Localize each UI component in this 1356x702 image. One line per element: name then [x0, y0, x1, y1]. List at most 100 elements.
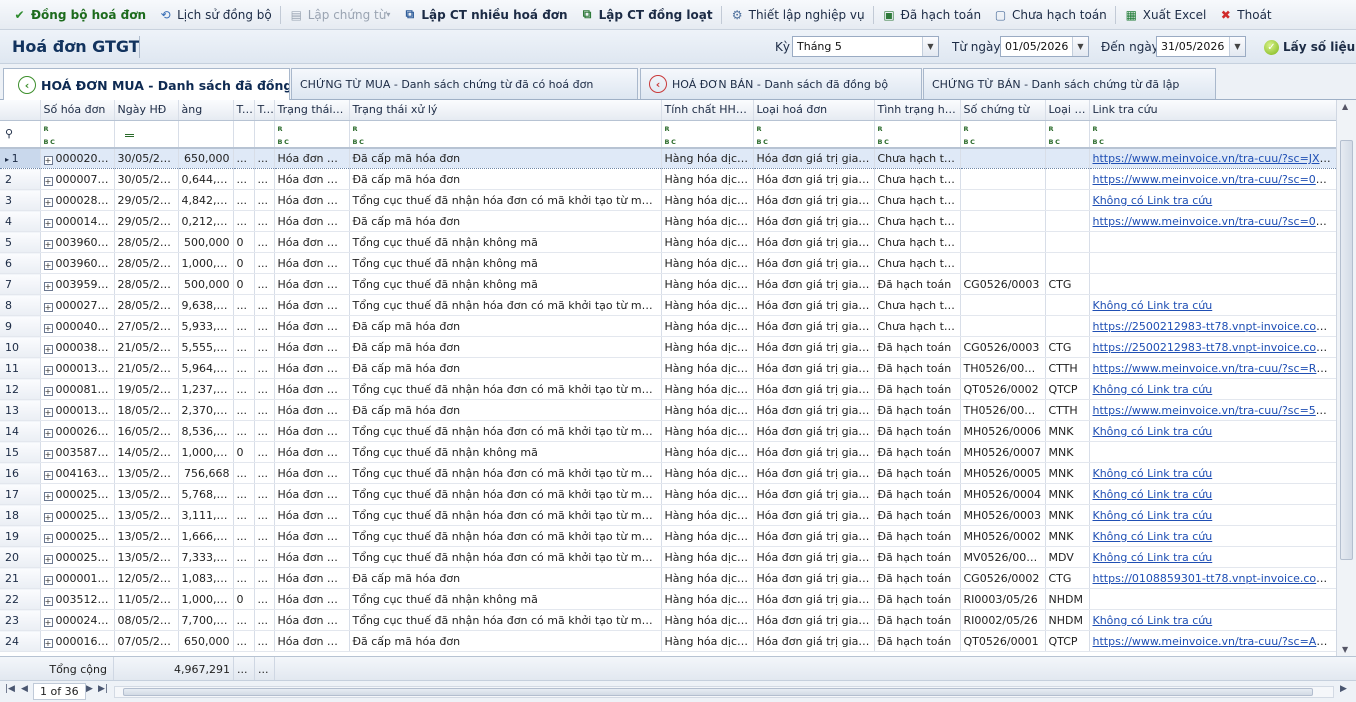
column-header-4[interactable]: T...: [233, 100, 255, 121]
filter-text-icon[interactable]: RB C: [661, 120, 754, 149]
column-header-13[interactable]: Link tra cứu: [1089, 100, 1336, 121]
lookup-link-cell[interactable]: Không có Link tra cứu: [1089, 189, 1336, 211]
expand-icon[interactable]: +: [43, 428, 53, 438]
column-header-1[interactable]: Số hóa đơn: [40, 100, 115, 121]
filter-text-icon[interactable]: RB C: [1089, 120, 1336, 149]
expand-icon[interactable]: +: [43, 575, 53, 585]
table-row[interactable]: 5 +00396026 28/05/2026 500,000 0... Hóa đơn m…: [0, 231, 1336, 253]
expand-icon[interactable]: +: [43, 155, 53, 165]
expand-icon[interactable]: +: [43, 197, 53, 207]
scroll-up-icon[interactable]: ▲: [1342, 102, 1348, 111]
table-row[interactable]: 13 +00001310 18/05/2026 2,370,370...... Hóa …: [0, 399, 1336, 421]
lookup-link[interactable]: https://www.meinvoice.vn/tra-cuu/?sc=0XF…: [1093, 215, 1336, 228]
vertical-scrollbar[interactable]: ▲ ▼: [1336, 100, 1356, 656]
column-header-12[interactable]: Loại CT: [1045, 100, 1090, 121]
scroll-right-icon[interactable]: ▶: [1340, 684, 1347, 694]
table-row[interactable]: 18 +00002556 13/05/2026 3,111,120...... Hóa …: [0, 504, 1336, 526]
horizontal-scrollbar[interactable]: [114, 686, 1334, 698]
toolbar-button-3[interactable]: ⧉ Lập CT nhiều hoá đơn: [396, 3, 573, 27]
table-row[interactable]: 21 +00000183 12/05/2026 1,083,333...... Hóa …: [0, 567, 1336, 589]
toolbar-button-5[interactable]: ⚙ Thiết lập nghiệp vụ: [724, 3, 871, 27]
table-row[interactable]: 23 +00002475 08/05/2026 7,700,900...... Hóa …: [0, 609, 1336, 631]
prev-page-icon[interactable]: ◀: [21, 684, 28, 694]
table-row[interactable]: 2 +00000716 30/05/2026 0,644,445...... Hóa đ…: [0, 168, 1336, 190]
expand-icon[interactable]: +: [43, 239, 53, 249]
lookup-link[interactable]: Không có Link tra cứu: [1093, 383, 1213, 396]
expand-icon[interactable]: +: [43, 260, 53, 270]
toolbar-button-2[interactable]: ▤ Lập chứng từ ▾: [283, 3, 397, 27]
toolbar-button-0[interactable]: ✔ Đồng bộ hoá đơn: [6, 3, 152, 27]
filter-text-icon[interactable]: RB C: [1045, 120, 1090, 149]
toolbar-button-8[interactable]: ▦ Xuất Excel: [1118, 3, 1213, 27]
table-row[interactable]: 14 +00002600 16/05/2026 8,536,250...... Hóa …: [0, 420, 1336, 442]
lookup-link[interactable]: https://www.meinvoice.vn/tra-cuu/?sc=0XF…: [1093, 173, 1336, 186]
expand-icon[interactable]: +: [43, 302, 53, 312]
expand-icon[interactable]: +: [43, 533, 53, 543]
lookup-link[interactable]: Không có Link tra cứu: [1093, 614, 1213, 627]
lookup-link-cell[interactable]: https://2500212983-tt78.vnpt-invoice.com…: [1089, 336, 1336, 358]
expand-icon[interactable]: +: [43, 281, 53, 291]
lookup-link[interactable]: https://www.meinvoice.vn/tra-cuu/?sc=RBF…: [1093, 362, 1336, 375]
table-row[interactable]: 10 +00003881 21/05/2026 5,555,556...... Hóa …: [0, 336, 1336, 358]
lookup-link-cell[interactable]: Không có Link tra cứu: [1089, 504, 1336, 526]
lookup-link-cell[interactable]: Không có Link tra cứu: [1089, 483, 1336, 505]
lookup-link-cell[interactable]: https://www.meinvoice.vn/tra-cuu/?sc=JXF…: [1089, 147, 1336, 169]
lookup-link[interactable]: https://0108859301-tt78.vnpt-invoice.com…: [1093, 572, 1336, 585]
table-row[interactable]: ▸ 1 +00002010 30/05/2026 650,000...... Hóa đ…: [0, 147, 1336, 169]
expand-icon[interactable]: +: [43, 617, 53, 627]
tab-1[interactable]: CHỨNG TỪ MUA - Danh sách chứng từ đã có …: [291, 68, 638, 99]
lookup-link-cell[interactable]: Không có Link tra cứu: [1089, 294, 1336, 316]
expand-icon[interactable]: +: [43, 470, 53, 480]
hscroll-thumb[interactable]: [123, 688, 1313, 696]
expand-icon[interactable]: +: [43, 596, 53, 606]
lookup-link[interactable]: https://2500212983-tt78.vnpt-invoice.com…: [1093, 320, 1336, 333]
lookup-link-cell[interactable]: https://www.meinvoice.vn/tra-cuu/?sc=0XF…: [1089, 168, 1336, 190]
filter-cell[interactable]: [254, 120, 275, 149]
lookup-link-cell[interactable]: https://www.meinvoice.vn/tra-cuu/?sc=A9F…: [1089, 630, 1336, 652]
toolbar-button-7[interactable]: ▢ Chưa hạch toán: [987, 3, 1113, 27]
tab-3[interactable]: CHỨNG TỪ BÁN - Danh sách chứng từ đã lập: [923, 68, 1216, 99]
lookup-link-cell[interactable]: Không có Link tra cứu: [1089, 609, 1336, 631]
lookup-link[interactable]: https://2500212983-tt78.vnpt-invoice.com…: [1093, 341, 1336, 354]
filter-text-icon[interactable]: RB C: [960, 120, 1046, 149]
toolbar-button-6[interactable]: ▣ Đã hạch toán: [876, 3, 987, 27]
lookup-link-cell[interactable]: https://www.meinvoice.vn/tra-cuu/?sc=RBF…: [1089, 357, 1336, 379]
table-row[interactable]: 8 +00002766 28/05/2026 9,638,852...... Hóa đ…: [0, 294, 1336, 316]
next-page-icon[interactable]: ▶: [86, 684, 93, 694]
column-header-2[interactable]: Ngày HĐ: [114, 100, 179, 121]
tab-2[interactable]: ‹ HOÁ ĐƠN BÁN - Danh sách đã đồng bộ: [640, 68, 922, 99]
column-header-3[interactable]: àng: [178, 100, 234, 121]
expand-icon[interactable]: +: [43, 365, 53, 375]
toolbar-button-4[interactable]: ⧉ Lập CT đồng loạt: [574, 3, 719, 27]
expand-icon[interactable]: +: [43, 554, 53, 564]
lookup-link[interactable]: Không có Link tra cứu: [1093, 509, 1213, 522]
chevron-down-icon[interactable]: ▼: [922, 37, 938, 56]
column-header-7[interactable]: Trạng thái xử lý: [349, 100, 662, 121]
table-row[interactable]: 12 +00008137 19/05/2026 1,237,038...... Hóa …: [0, 378, 1336, 400]
filter-equals-icon[interactable]: [114, 120, 179, 149]
lookup-link-cell[interactable]: https://0108859301-tt78.vnpt-invoice.com…: [1089, 567, 1336, 589]
table-row[interactable]: 9 +00004064 27/05/2026 5,933,339...... Hóa đ…: [0, 315, 1336, 337]
table-row[interactable]: 6 +00396025 28/05/2026 1,000,000 0... Hóa đơn…: [0, 252, 1336, 274]
lookup-link-cell[interactable]: https://www.meinvoice.vn/tra-cuu/?sc=50F…: [1089, 399, 1336, 421]
period-select[interactable]: Tháng 5 ▼: [792, 36, 939, 57]
table-row[interactable]: 4 +00001419 29/05/2026 0,212,963...... Hóa đ…: [0, 210, 1336, 232]
scroll-down-icon[interactable]: ▼: [1342, 645, 1348, 654]
column-header-11[interactable]: Số chứng từ: [960, 100, 1046, 121]
lookup-link-cell[interactable]: Không có Link tra cứu: [1089, 420, 1336, 442]
lookup-link[interactable]: Không có Link tra cứu: [1093, 488, 1213, 501]
expand-icon[interactable]: +: [43, 176, 53, 186]
last-page-icon[interactable]: ▶|: [98, 684, 108, 694]
table-row[interactable]: 11 +00001348 21/05/2026 5,964,815...... Hóa …: [0, 357, 1336, 379]
expand-icon[interactable]: +: [43, 638, 53, 648]
lookup-link-cell[interactable]: Không có Link tra cứu: [1089, 462, 1336, 484]
lookup-link[interactable]: https://www.meinvoice.vn/tra-cuu/?sc=50F…: [1093, 404, 1336, 417]
lookup-link[interactable]: Không có Link tra cứu: [1093, 551, 1213, 564]
filter-text-icon[interactable]: RB C: [753, 120, 875, 149]
lookup-link[interactable]: Không có Link tra cứu: [1093, 425, 1213, 438]
first-page-icon[interactable]: |◀: [5, 684, 15, 694]
column-header-6[interactable]: Trạng thái ...: [274, 100, 350, 121]
table-row[interactable]: 3 +00002803 29/05/2026 4,842,100...... Hóa đ…: [0, 189, 1336, 211]
fetch-data-button[interactable]: ✓ Lấy số liệu: [1264, 37, 1355, 57]
chevron-down-icon[interactable]: ▼: [1229, 37, 1245, 56]
